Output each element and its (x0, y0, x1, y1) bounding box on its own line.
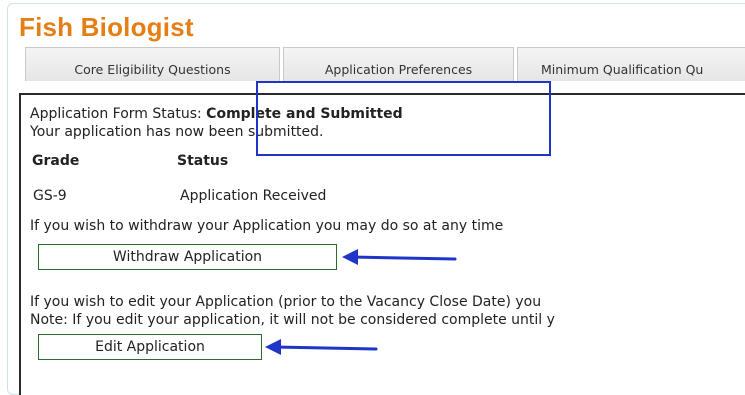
grade-cell: GS-9 (33, 188, 67, 204)
edit-instructions: If you wish to edit your Application (pr… (30, 294, 542, 310)
edit-note: Note: If you edit your application, it w… (30, 312, 555, 328)
edit-application-button[interactable]: Edit Application (38, 334, 262, 360)
status-value: Complete and Submitted (206, 106, 403, 122)
status-line: Application Form Status: Complete and Su… (30, 105, 403, 123)
grade-column-header: Grade (32, 153, 80, 169)
status-column-header: Status (177, 153, 229, 169)
page-title: Fish Biologist (19, 12, 194, 42)
status-label: Application Form Status: (30, 106, 202, 122)
withdraw-instructions: If you wish to withdraw your Application… (30, 218, 504, 234)
grade-status-cell: Application Received (180, 188, 327, 204)
tab-application-preferences[interactable]: Application Preferences (283, 47, 514, 81)
withdraw-application-button[interactable]: Withdraw Application (38, 244, 337, 270)
tab-minimum-qualification-questions[interactable]: Minimum Qualification Qu (517, 47, 745, 81)
status-message: Your application has now been submitted. (30, 124, 324, 140)
tab-core-eligibility-questions[interactable]: Core Eligibility Questions (25, 47, 280, 81)
